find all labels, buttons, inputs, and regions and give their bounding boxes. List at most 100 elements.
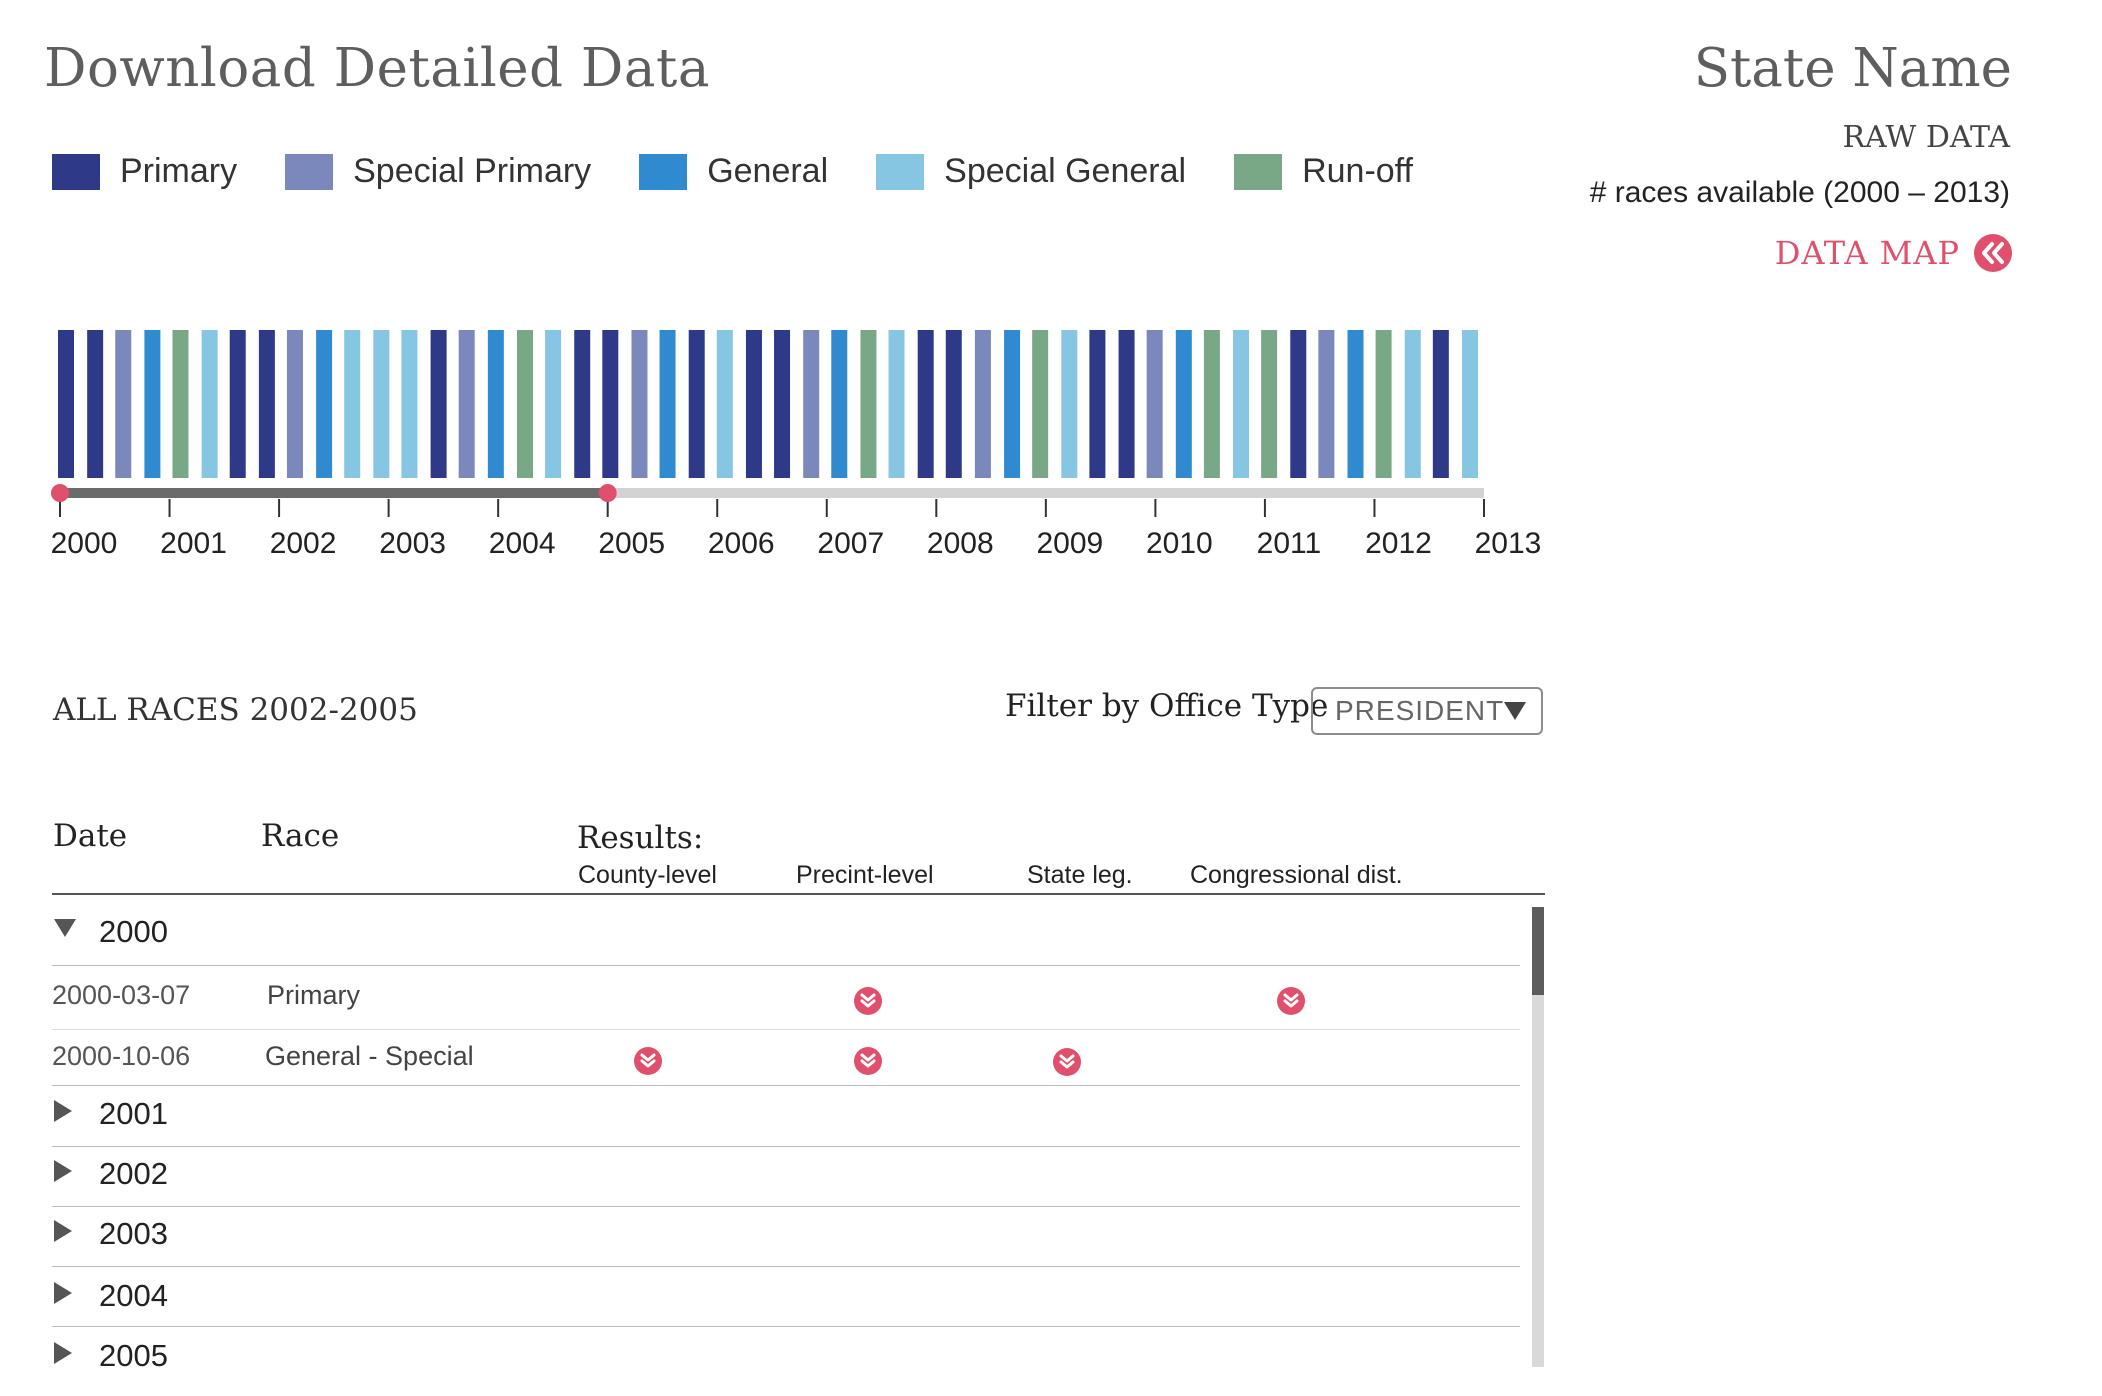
race-bar[interactable] — [574, 330, 591, 478]
column-header-congressional-dist: Congressional dist. — [1190, 861, 1403, 889]
year-label: 2003 — [99, 1216, 168, 1251]
race-bar[interactable] — [1175, 330, 1192, 478]
row-divider — [52, 1085, 1520, 1086]
race-bar[interactable] — [917, 330, 934, 478]
download-chevron-icon[interactable] — [854, 987, 882, 1015]
race-bar[interactable] — [945, 330, 962, 478]
table-scrollbar-thumb[interactable] — [1532, 907, 1544, 995]
column-header-date: Date — [53, 818, 128, 854]
race-bar[interactable] — [1203, 330, 1220, 478]
race-bar[interactable] — [1118, 330, 1135, 478]
race-bar[interactable] — [458, 330, 475, 478]
races-timeline-chart[interactable]: 2000 2001 2002 2003 2004 2005 2006 2007 2008 2009… — [0, 310, 1600, 570]
legend-item-general: General — [639, 152, 828, 191]
legend-label: General — [707, 152, 829, 190]
race-bar[interactable] — [1432, 330, 1449, 478]
race-bar[interactable] — [1089, 330, 1106, 478]
race-bar[interactable] — [860, 330, 877, 478]
download-chevron-icon[interactable] — [634, 1047, 662, 1075]
race-bar[interactable] — [631, 330, 648, 478]
caret-right-icon — [54, 1342, 72, 1364]
axis-tick-label: 2012 — [1365, 527, 1432, 560]
race-bar[interactable] — [201, 330, 218, 478]
legend-item-run-off: Run-off — [1234, 152, 1413, 191]
legend-swatch — [285, 153, 334, 190]
race-bar[interactable] — [716, 330, 733, 478]
race-bar[interactable] — [487, 330, 504, 478]
race-bar[interactable] — [1290, 330, 1307, 478]
year-row-2004[interactable]: 2004 — [52, 1267, 1520, 1327]
race-bar[interactable] — [1318, 330, 1335, 478]
download-chevron-icon[interactable] — [1277, 987, 1305, 1015]
race-bar[interactable] — [373, 330, 390, 478]
race-bar[interactable] — [144, 330, 161, 478]
race-bar[interactable] — [774, 330, 791, 478]
race-bar[interactable] — [688, 330, 705, 478]
chart-legend: Primary Special Primary General Special … — [52, 152, 1461, 191]
race-bar[interactable] — [286, 330, 303, 478]
range-slider-handle[interactable] — [51, 484, 69, 502]
race-name: Primary — [267, 980, 360, 1010]
race-bar[interactable] — [974, 330, 991, 478]
race-bar[interactable] — [1347, 330, 1364, 478]
race-bar[interactable] — [115, 330, 132, 478]
year-row-2003[interactable]: 2003 — [52, 1207, 1520, 1267]
axis-tick-label: 2013 — [1475, 527, 1542, 560]
race-bar[interactable] — [316, 330, 333, 478]
axis-tick-label: 2011 — [1257, 527, 1322, 560]
axis-tick-label: 2008 — [927, 527, 994, 560]
range-slider-handle[interactable] — [598, 484, 617, 502]
axis-tick-label: 2002 — [270, 527, 337, 560]
year-row-2001[interactable]: 2001 — [52, 1087, 1520, 1147]
race-date: 2000-10-06 — [52, 1041, 191, 1071]
race-bar[interactable] — [888, 330, 905, 478]
race-bar[interactable] — [229, 330, 246, 478]
race-bar[interactable] — [1261, 330, 1278, 478]
race-bar[interactable] — [545, 330, 562, 478]
legend-label: Special General — [944, 152, 1187, 190]
race-bar[interactable] — [1146, 330, 1163, 478]
year-label: 2002 — [99, 1156, 168, 1191]
caret-right-icon — [54, 1100, 72, 1122]
all-races-heading: ALL RACES 2002-2005 — [53, 692, 418, 728]
year-row-2005[interactable]: 2005 — [52, 1327, 1520, 1387]
axis-tick-label: 2009 — [1036, 527, 1103, 560]
race-bar[interactable] — [1061, 330, 1078, 478]
legend-swatch — [1234, 153, 1283, 190]
year-row-2000[interactable]: 2000 — [52, 895, 1520, 955]
race-bar[interactable] — [430, 330, 447, 478]
race-bar[interactable] — [1032, 330, 1049, 478]
race-bar[interactable] — [1462, 330, 1478, 478]
axis-tick-label: 2001 — [160, 527, 227, 560]
legend-item-special-general: Special General — [876, 152, 1186, 191]
column-header-race: Race — [261, 818, 340, 854]
data-map-link[interactable]: DATA MAP — [1775, 234, 2012, 272]
race-bar[interactable] — [517, 330, 533, 478]
race-bar[interactable] — [1404, 330, 1421, 478]
race-name: General - Special — [265, 1041, 474, 1071]
legend-item-special-primary: Special Primary — [285, 152, 591, 191]
download-chevron-icon[interactable] — [854, 1047, 882, 1075]
state-name: State Name — [1693, 38, 2012, 99]
caret-down-icon — [1504, 702, 1527, 720]
race-bar[interactable] — [172, 330, 189, 478]
axis-tick-label: 2007 — [817, 527, 884, 560]
office-type-select[interactable]: PRESIDENT — [1311, 687, 1543, 735]
race-bar[interactable] — [831, 330, 848, 478]
race-bar[interactable] — [602, 330, 619, 478]
race-bar[interactable] — [258, 330, 275, 478]
race-bar[interactable] — [803, 330, 820, 478]
race-bar[interactable] — [1375, 330, 1392, 478]
data-map-label: DATA MAP — [1774, 234, 1960, 272]
race-bar[interactable] — [1004, 330, 1021, 478]
race-bar[interactable] — [401, 330, 418, 478]
race-bar[interactable] — [659, 330, 676, 478]
race-bar[interactable] — [87, 330, 104, 478]
race-bar[interactable] — [58, 330, 74, 478]
race-bar[interactable] — [745, 330, 762, 478]
axis-tick-label: 2010 — [1146, 527, 1213, 560]
year-row-2002[interactable]: 2002 — [52, 1147, 1520, 1207]
download-chevron-icon[interactable] — [1053, 1048, 1081, 1076]
race-bar[interactable] — [1233, 330, 1250, 478]
race-bar[interactable] — [344, 330, 361, 478]
